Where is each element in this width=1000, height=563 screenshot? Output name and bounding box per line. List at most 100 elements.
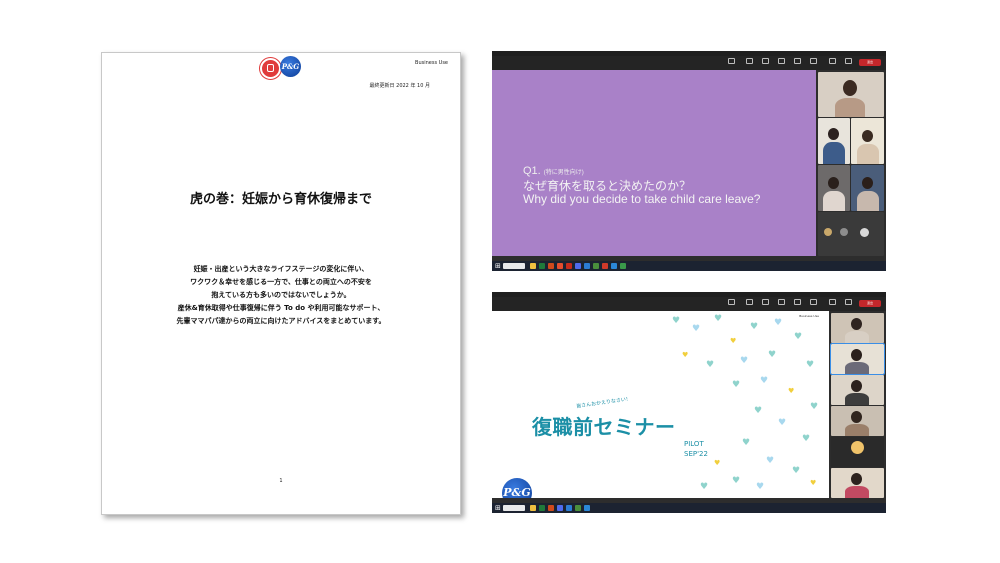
business-use-label: Business Use [415,60,448,66]
windows-start-icon[interactable] [495,505,501,511]
toolbar-button[interactable] [806,58,820,68]
pdf-icon[interactable] [602,263,608,269]
shared-slide: Q1. (特に男性向け) なぜ育休を取ると決めたのか？ Why did you d… [492,70,816,256]
participant-video[interactable] [831,406,884,436]
slide-question-number: Q1. (特に男性向け) [523,165,584,177]
business-use-label: Business Use [799,314,819,318]
body-line: 抱えている方も多いのではないでしょうか。 [211,291,351,299]
participant-strip[interactable] [818,212,884,256]
heart-icon: ♥ [714,314,723,324]
teams-icon[interactable] [557,505,563,511]
heart-icon: ♥ [792,466,801,476]
participant-video[interactable] [851,165,884,211]
meeting-window-1: 退出 Q1. (特に男性向け) なぜ育休を取ると決めたのか？ Why did yo… [492,51,886,271]
toolbar-button[interactable] [742,58,756,68]
meeting-toolbar: 退出 [492,297,886,311]
body-line: 妊娠・出産という大きなライフステージの変化に伴い、 [193,265,369,273]
mic-button[interactable] [841,299,855,309]
participant-video[interactable] [818,72,884,117]
heart-icon: ♥ [754,406,763,416]
heart-icon: ♥ [768,350,777,360]
app-icon[interactable] [620,263,626,269]
taskbar-search[interactable] [503,263,525,269]
heart-icon: ♥ [700,482,709,492]
pg-logo: P&G [502,478,532,498]
zoom-icon[interactable] [584,505,590,511]
heart-icon: ♥ [778,418,787,428]
participant-video[interactable] [831,468,884,498]
heart-icon: ♥ [794,332,803,342]
document-body: 妊娠・出産という大きなライフステージの変化に伴い、 ワクワク＆幸せを感じる一方で… [122,263,440,328]
heart-icon: ♥ [788,387,795,395]
body-line: ワクワク＆幸せを感じる一方で、仕事との両立への不安を [190,278,372,286]
leave-button[interactable]: 退出 [859,300,881,307]
folder-icon[interactable] [530,505,536,511]
heart-icon: ♥ [756,482,765,492]
excel-icon[interactable] [539,263,545,269]
heart-icon: ♥ [742,438,751,448]
meeting-window-2: 退出 Business Use ♥ ♥ ♥ ♥ ♥ ♥ ♥ ♥ ♥ ♥ ♥ ♥ … [492,292,886,513]
mic-button[interactable] [841,58,855,68]
toolbar-button[interactable] [724,299,738,309]
heart-icon: ♥ [810,402,819,412]
last-updated: 最終更新日 2022 年 10 月 [369,83,430,89]
windows-start-icon[interactable] [495,263,501,269]
outlook-icon[interactable] [566,505,572,511]
participant-avatar-tile[interactable] [831,437,884,467]
participant-video[interactable] [818,165,850,211]
heart-icon: ♥ [706,360,715,370]
toolbar-button[interactable] [790,58,804,68]
body-line: 産休&育休取得や仕事復帰に伴う To do や利用可能なサポート、 [177,304,385,312]
office-icon[interactable] [557,263,563,269]
toolbar-button[interactable] [790,299,804,309]
heart-icon: ♥ [750,322,759,332]
windows-taskbar [492,261,886,271]
heart-icon: ♥ [810,479,817,487]
app-icon[interactable] [566,263,572,269]
toolbar-button[interactable] [758,299,772,309]
shared-slide: Business Use ♥ ♥ ♥ ♥ ♥ ♥ ♥ ♥ ♥ ♥ ♥ ♥ ♥ ♥… [492,311,829,498]
powerpoint-icon[interactable] [548,263,554,269]
participant-video[interactable] [830,343,885,375]
toolbar-button[interactable] [806,299,820,309]
camera-button[interactable] [825,299,839,309]
excel-icon[interactable] [539,505,545,511]
toolbar-button[interactable] [742,299,756,309]
heart-icon: ♥ [766,456,775,466]
app-icon[interactable] [575,505,581,511]
heart-icon: ♥ [806,360,815,370]
participant-video[interactable] [818,118,850,164]
toolbar-button[interactable] [774,299,788,309]
heart-icon: ♥ [682,351,689,359]
heart-icon: ♥ [774,318,783,328]
slide-question-en: Why did you decide to take child care le… [523,192,761,206]
heart-icon: ♥ [740,356,749,366]
toolbar-button[interactable] [774,58,788,68]
teams-icon[interactable] [575,263,581,269]
meeting-toolbar: 退出 [492,56,886,70]
body-line: 先輩ママパパ達からの両立に向けたアドバイスをまとめています。 [176,317,386,325]
windows-taskbar [492,503,886,513]
document-title: 虎の巻：妊娠から育休復帰まで [189,192,372,207]
participant-video[interactable] [831,375,884,405]
leave-button[interactable]: 退出 [859,59,881,66]
folder-icon[interactable] [530,263,536,269]
zoom-icon[interactable] [611,263,617,269]
document-page: P&G Business Use 最終更新日 2022 年 10 月 虎の巻：妊… [101,52,461,515]
camera-button[interactable] [825,58,839,68]
toolbar-button[interactable] [758,58,772,68]
slide-subtitle: 皆さんおかえりなさい！ [575,396,632,410]
diversity-logo-icon [260,58,281,79]
pg-logo: P&G [280,56,301,77]
powerpoint-icon[interactable] [548,505,554,511]
participant-video[interactable] [851,118,884,164]
pilot-label: PILOT SEP'22 [684,440,708,458]
taskbar-search[interactable] [503,505,525,511]
heart-icon: ♥ [732,476,741,486]
app-icon[interactable] [593,263,599,269]
page-number: 1 [279,478,283,484]
outlook-icon[interactable] [584,263,590,269]
toolbar-button[interactable] [724,58,738,68]
heart-icon: ♥ [760,376,769,386]
participant-video[interactable] [831,313,884,343]
